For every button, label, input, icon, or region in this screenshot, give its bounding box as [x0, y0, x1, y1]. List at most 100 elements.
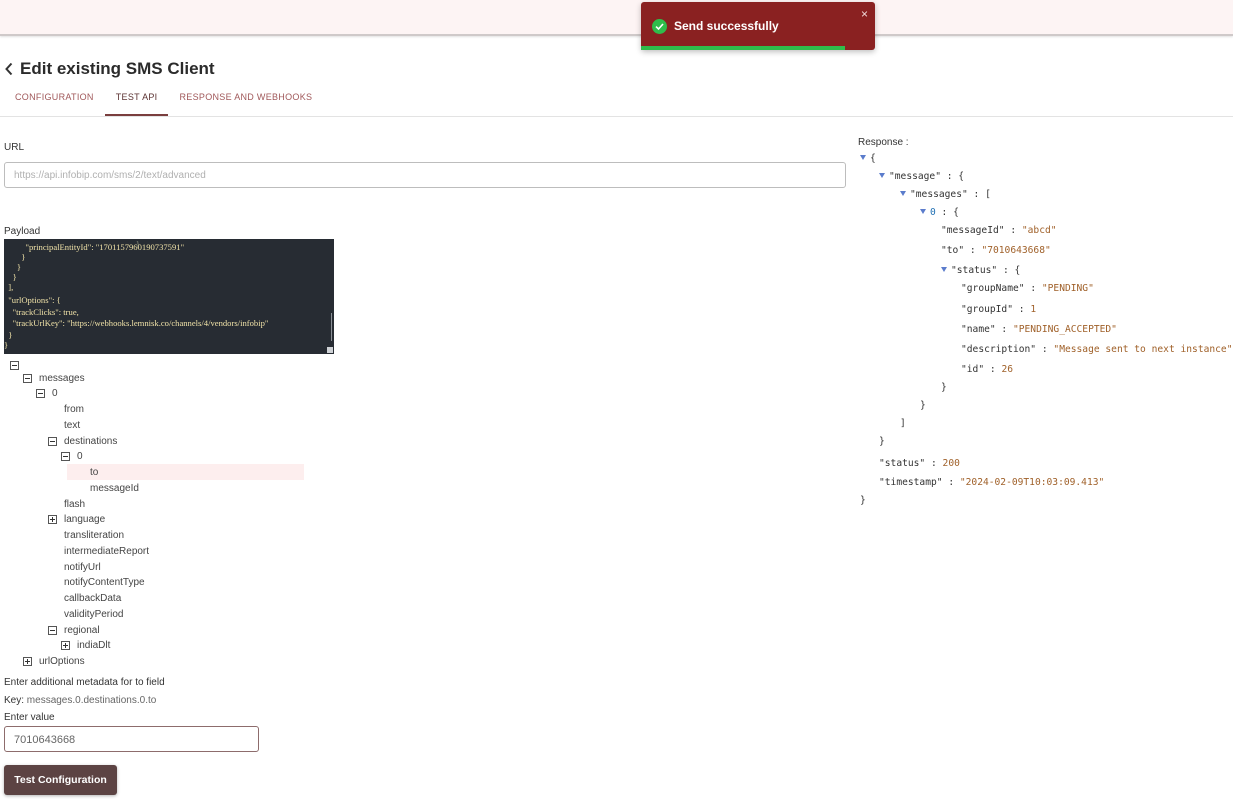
- json-punct: :: [925, 458, 943, 469]
- tree-node[interactable]: regional: [64, 624, 100, 638]
- payload-label: Payload: [4, 226, 41, 237]
- code-line: }: [4, 330, 13, 340]
- caret-down-icon[interactable]: [860, 154, 866, 160]
- json-key: "status": [879, 458, 926, 469]
- url-input[interactable]: https://api.infobip.com/sms/2/text/advan…: [4, 162, 846, 188]
- code-line: "trackUrlKey": "https://webhooks.lemnisk…: [4, 318, 269, 328]
- page-header: Edit existing SMS Client: [4, 58, 215, 80]
- tree-node[interactable]: intermediateReport: [64, 545, 149, 559]
- caret-down-icon[interactable]: [900, 190, 906, 196]
- tree-node[interactable]: transliteration: [64, 529, 124, 543]
- tree-node[interactable]: messages: [39, 372, 85, 386]
- json-key: "description": [961, 344, 1037, 355]
- toast-close-icon[interactable]: ×: [861, 7, 868, 21]
- code-line: }: [4, 340, 9, 350]
- caret-down-icon[interactable]: [941, 266, 947, 272]
- tree-node[interactable]: messageId: [90, 482, 139, 496]
- json-punct: :: [1024, 283, 1042, 294]
- json-value: 200: [942, 458, 960, 469]
- json-key: "status": [951, 265, 998, 276]
- tree-node[interactable]: indiaDlt: [77, 639, 110, 653]
- metadata-key: Key: messages.0.destinations.0.to: [4, 695, 156, 706]
- tree-node[interactable]: 0: [77, 450, 83, 464]
- json-row: }: [941, 381, 947, 394]
- response-label: Response :: [858, 137, 909, 148]
- expand-icon[interactable]: [61, 641, 70, 650]
- caret-down-icon[interactable]: [879, 172, 885, 178]
- tab-test-api[interactable]: TEST API: [104, 88, 169, 116]
- chevron-left-icon[interactable]: [4, 60, 18, 78]
- caret-down-icon[interactable]: [920, 208, 926, 214]
- json-punct: : {: [997, 265, 1021, 276]
- collapse-icon[interactable]: [48, 626, 57, 635]
- json-value: 26: [1001, 364, 1013, 375]
- json-row: ]: [900, 417, 906, 430]
- json-punct: }: [920, 400, 926, 411]
- json-row: "to" : "7010643668": [941, 244, 1051, 257]
- json-row: "description" : "Message sent to next in…: [961, 343, 1232, 356]
- tree-node[interactable]: validityPeriod: [64, 608, 123, 622]
- json-punct: :: [995, 324, 1013, 335]
- expand-icon[interactable]: [23, 657, 32, 666]
- payload-code-editor[interactable]: } "principalEntityId": "1701157960190737…: [4, 239, 334, 354]
- collapse-icon[interactable]: [48, 437, 57, 446]
- json-key: "messages": [910, 189, 968, 200]
- collapse-icon[interactable]: [36, 389, 45, 398]
- json-value: "Message sent to next instance": [1053, 344, 1233, 355]
- test-configuration-button[interactable]: Test Configuration: [4, 765, 117, 795]
- json-punct: :: [942, 477, 960, 488]
- tree-node[interactable]: 0: [52, 387, 58, 401]
- json-row: "status" : 200: [879, 457, 960, 470]
- value-input[interactable]: 7010643668: [4, 726, 259, 752]
- collapse-icon[interactable]: [23, 374, 32, 383]
- json-row[interactable]: {: [860, 152, 876, 165]
- json-value: 1: [1030, 304, 1037, 315]
- tab-configuration[interactable]: CONFIGURATION: [4, 88, 105, 116]
- tree-node[interactable]: flash: [64, 498, 85, 512]
- json-value: "PENDING_ACCEPTED": [1012, 324, 1117, 335]
- metadata-prompt: Enter additional metadata for to field: [4, 677, 165, 688]
- code-line: }: [4, 252, 26, 262]
- json-key: "id": [961, 364, 985, 375]
- tree-node[interactable]: language: [64, 513, 105, 527]
- json-key: "groupId": [961, 304, 1013, 315]
- collapse-icon[interactable]: [10, 361, 19, 370]
- json-row: }: [860, 494, 866, 507]
- json-row[interactable]: "message" : {: [879, 170, 964, 183]
- json-row[interactable]: 0 : {: [920, 206, 959, 219]
- expand-icon[interactable]: [48, 515, 57, 524]
- metadata-key-value: messages.0.destinations.0.to: [26, 695, 157, 706]
- tree-node[interactable]: from: [64, 403, 84, 417]
- tree-node[interactable]: to: [90, 466, 98, 480]
- code-line: }: [4, 262, 22, 272]
- json-key: "messageId": [941, 225, 1005, 236]
- json-row[interactable]: "messages" : [: [900, 188, 991, 201]
- tree-node[interactable]: destinations: [64, 435, 117, 449]
- collapse-icon[interactable]: [61, 452, 70, 461]
- editor-resize-handle[interactable]: [327, 347, 333, 353]
- json-key: "name": [961, 324, 996, 335]
- json-key: "timestamp": [879, 477, 943, 488]
- json-punct: {: [870, 153, 876, 164]
- code-line: "urlOptions": {: [4, 295, 61, 305]
- tree-node[interactable]: notifyUrl: [64, 561, 101, 575]
- json-value: "7010643668": [981, 245, 1051, 256]
- json-punct: : {: [935, 207, 959, 218]
- tree-node[interactable]: callbackData: [64, 592, 121, 606]
- tree-node[interactable]: urlOptions: [39, 655, 85, 669]
- json-punct: :: [1004, 225, 1022, 236]
- tab-response-and-webhooks[interactable]: RESPONSE AND WEBHOOKS: [168, 88, 323, 116]
- json-row: }: [879, 435, 885, 448]
- json-row: "groupId" : 1: [961, 303, 1036, 316]
- json-key: "to": [941, 245, 965, 256]
- json-row[interactable]: "status" : {: [941, 264, 1020, 277]
- json-punct: :: [1012, 304, 1031, 315]
- json-row: "name" : "PENDING_ACCEPTED": [961, 323, 1117, 336]
- json-punct: : {: [940, 171, 965, 182]
- editor-scrollbar[interactable]: [330, 313, 332, 341]
- json-key: "groupName": [961, 283, 1025, 294]
- tree-node[interactable]: notifyContentType: [64, 576, 145, 590]
- value-label: Enter value: [4, 712, 55, 723]
- tree-node[interactable]: text: [64, 419, 80, 433]
- page-title: Edit existing SMS Client: [20, 59, 215, 78]
